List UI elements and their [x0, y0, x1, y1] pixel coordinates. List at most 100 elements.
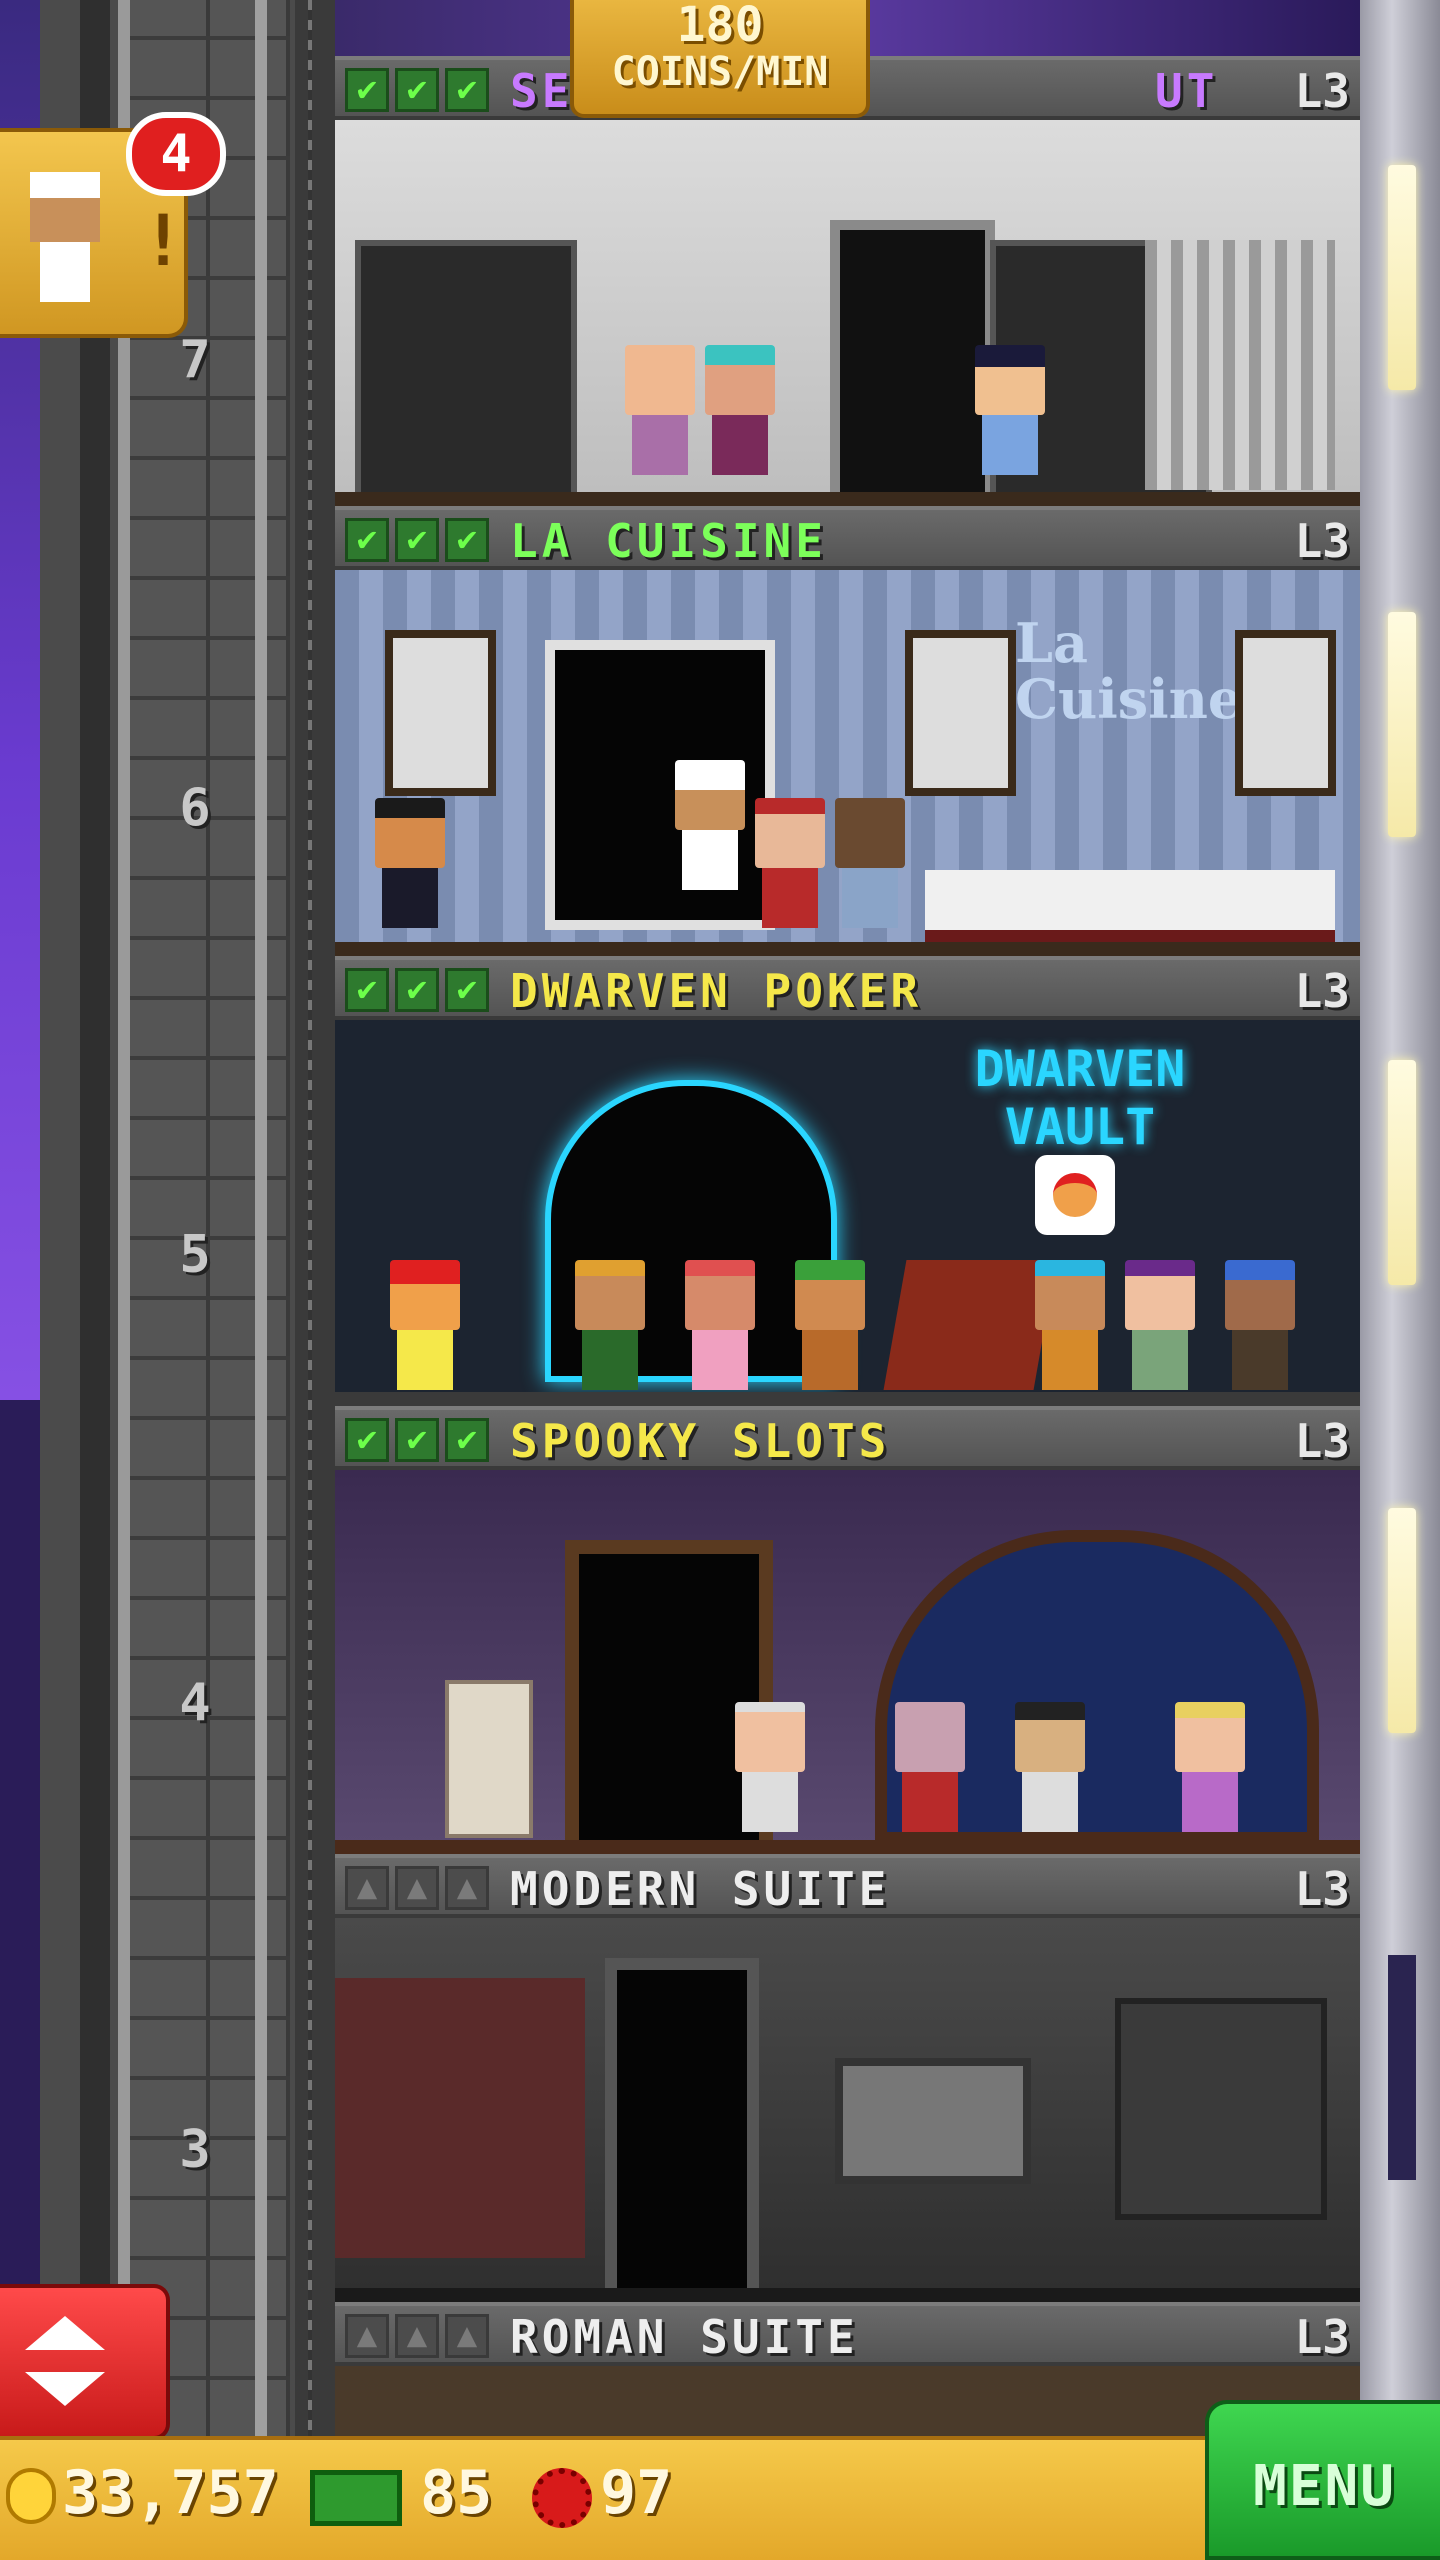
bitizen[interactable]: [575, 1260, 645, 1390]
coins-count: 33,757: [62, 2458, 279, 2528]
window: [1388, 1955, 1416, 2180]
dwarf-face-icon: [1053, 1173, 1097, 1217]
menu-label: MENU: [1253, 2454, 1396, 2519]
shelf: [1115, 1998, 1327, 2220]
room-interior[interactable]: [335, 1470, 1360, 1854]
floor-5[interactable]: ✔ ✔ ✔ DWARVEN POKER L3 DWARVEN VAULT: [335, 956, 1360, 1406]
room-interior[interactable]: [335, 120, 1360, 506]
coins-per-min-value: 180: [676, 0, 764, 53]
shelving: [355, 240, 577, 502]
room-interior[interactable]: [335, 1918, 1360, 2302]
empty-check-icon: ▲: [445, 2314, 489, 2358]
stock-checks: ✔ ✔ ✔: [345, 518, 489, 562]
window: [1388, 612, 1416, 837]
stock-checks: ▲ ▲ ▲: [345, 2314, 489, 2358]
floor-header: ✔ ✔ ✔ LA CUISINE L3: [335, 506, 1360, 570]
bitizen[interactable]: [685, 1260, 755, 1390]
room-interior[interactable]: DWARVEN VAULT: [335, 1020, 1360, 1406]
bitizen[interactable]: [795, 1260, 865, 1390]
bitizen[interactable]: [1035, 1260, 1105, 1390]
floor-level: L3: [1294, 1862, 1350, 1916]
vault-sign: DWARVEN VAULT: [974, 1040, 1186, 1156]
picture-frame: [385, 630, 496, 796]
check-icon: ✔: [445, 68, 489, 112]
picture-frame: [1235, 630, 1336, 796]
floor-name: SE: [510, 64, 574, 118]
bitizen[interactable]: [375, 798, 445, 928]
coin-icon: [6, 2468, 56, 2524]
empty-check-icon: ▲: [395, 1866, 439, 1910]
floor-name: DWARVEN POKER: [510, 964, 923, 1018]
empty-check-icon: ▲: [445, 1866, 489, 1910]
check-icon: ✔: [395, 968, 439, 1012]
chef-bitizen[interactable]: [675, 760, 745, 890]
check-icon: ✔: [345, 68, 389, 112]
chef-icon: [30, 172, 100, 242]
bitizen[interactable]: [755, 798, 825, 928]
floor-header: ✔ ✔ ✔ DWARVEN POKER L3: [335, 956, 1360, 1020]
check-icon: ✔: [395, 518, 439, 562]
chef-body: [40, 242, 90, 302]
room-interior[interactable]: La Cuisine: [335, 570, 1360, 956]
restaurant-sign: La Cuisine: [1015, 611, 1243, 731]
bux-icon: [310, 2470, 402, 2526]
bitizen[interactable]: [625, 345, 695, 475]
check-icon: ✔: [445, 518, 489, 562]
stock-checks: ✔ ✔ ✔: [345, 1418, 489, 1462]
floor-6[interactable]: ✔ ✔ ✔ LA CUISINE L3 La Cuisine: [335, 506, 1360, 956]
floor-level: L3: [1294, 1414, 1350, 1468]
floor-name: SPOOKY SLOTS: [510, 1414, 891, 1468]
empty-check-icon: ▲: [395, 2314, 439, 2358]
tokens-count: 97: [600, 2458, 673, 2528]
floor-name: MODERN SUITE: [510, 1862, 891, 1916]
slot-machine[interactable]: [445, 1680, 533, 1838]
floor-level: L3: [1294, 514, 1350, 568]
doorway: [605, 1958, 759, 2302]
check-icon: ✔: [445, 1418, 489, 1462]
window: [1388, 165, 1416, 390]
alert-icon: !: [142, 200, 185, 282]
floor-header: ▲ ▲ ▲ MODERN SUITE L3: [335, 1854, 1360, 1918]
floor-number-6: 6: [179, 778, 211, 838]
token-icon: [532, 2468, 592, 2528]
floor-header: ✔ ✔ ✔ SPOOKY SLOTS L3: [335, 1406, 1360, 1470]
floor-name: ROMAN SUITE: [510, 2310, 859, 2364]
speech-bubble[interactable]: [1035, 1155, 1115, 1235]
elevator-button[interactable]: [0, 2284, 170, 2440]
bitizen[interactable]: [895, 1702, 965, 1832]
window: [1388, 1060, 1416, 1285]
bed: [335, 1978, 585, 2258]
bitizen[interactable]: [735, 1702, 805, 1832]
bitizen[interactable]: [390, 1260, 460, 1390]
bitizen[interactable]: [1125, 1260, 1195, 1390]
floor-name: LA CUISINE: [510, 514, 827, 568]
notification-badge: 4: [126, 112, 226, 196]
floor-7[interactable]: ✔ ✔ ✔ SE UT L3: [335, 56, 1360, 506]
window: [1388, 1508, 1416, 1733]
empty-check-icon: ▲: [345, 2314, 389, 2358]
wall-art: [835, 2058, 1031, 2184]
bux-count: 85: [420, 2458, 493, 2528]
dining-tables: [925, 870, 1335, 942]
floor-number-4: 4: [179, 1673, 211, 1733]
stock-checks: ▲ ▲ ▲: [345, 1866, 489, 1910]
doorway: [830, 220, 995, 506]
bitizen[interactable]: [835, 798, 905, 928]
floor-level: L3: [1294, 64, 1350, 118]
floor-number-7: 7: [179, 330, 211, 390]
floor-4[interactable]: ✔ ✔ ✔ SPOOKY SLOTS L3: [335, 1406, 1360, 1854]
menu-button[interactable]: MENU: [1205, 2400, 1440, 2560]
floor-name-end: UT: [1155, 64, 1219, 118]
stock-checks: ✔ ✔ ✔: [345, 968, 489, 1012]
bitizen[interactable]: [1225, 1260, 1295, 1390]
floor-level: L3: [1294, 2310, 1350, 2364]
bitizen[interactable]: [975, 345, 1045, 475]
coins-per-min-label: COINS/MIN: [611, 49, 829, 95]
coins-per-min-panel[interactable]: 180 COINS/MIN: [570, 0, 870, 118]
empty-check-icon: ▲: [345, 1866, 389, 1910]
floor-3[interactable]: ▲ ▲ ▲ MODERN SUITE L3: [335, 1854, 1360, 2302]
bitizen[interactable]: [1015, 1702, 1085, 1832]
bitizen[interactable]: [705, 345, 775, 475]
bitizen[interactable]: [1175, 1702, 1245, 1832]
up-down-arrows-icon: [25, 2316, 105, 2406]
